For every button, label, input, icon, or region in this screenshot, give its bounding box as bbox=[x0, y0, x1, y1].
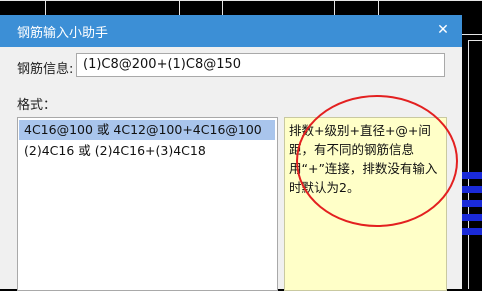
dialog-title: 钢筋输入小助手 bbox=[17, 26, 109, 41]
format-list-item[interactable]: (2)4C16 或 (2)4C16+(3)4C18 bbox=[19, 141, 275, 161]
dialog-titlebar[interactable]: 钢筋输入小助手 ✕ bbox=[0, 15, 462, 47]
rebar-info-input[interactable]: (1)C8@200+(1)C8@150 bbox=[76, 53, 445, 77]
close-icon[interactable]: ✕ bbox=[433, 20, 453, 40]
rebar-info-label: 钢筋信息: bbox=[17, 62, 74, 77]
format-list[interactable]: 4C16@100 或 4C12@100+4C16@100 (2)4C16 或 (… bbox=[17, 117, 278, 291]
format-label: 格式： bbox=[17, 98, 57, 113]
rebar-input-dialog: 钢筋输入小助手 ✕ 钢筋信息: (1)C8@200+(1)C8@150 格式： … bbox=[0, 15, 462, 291]
format-list-item[interactable]: 4C16@100 或 4C12@100+4C16@100 bbox=[19, 120, 275, 140]
annotation-circle bbox=[296, 95, 458, 227]
